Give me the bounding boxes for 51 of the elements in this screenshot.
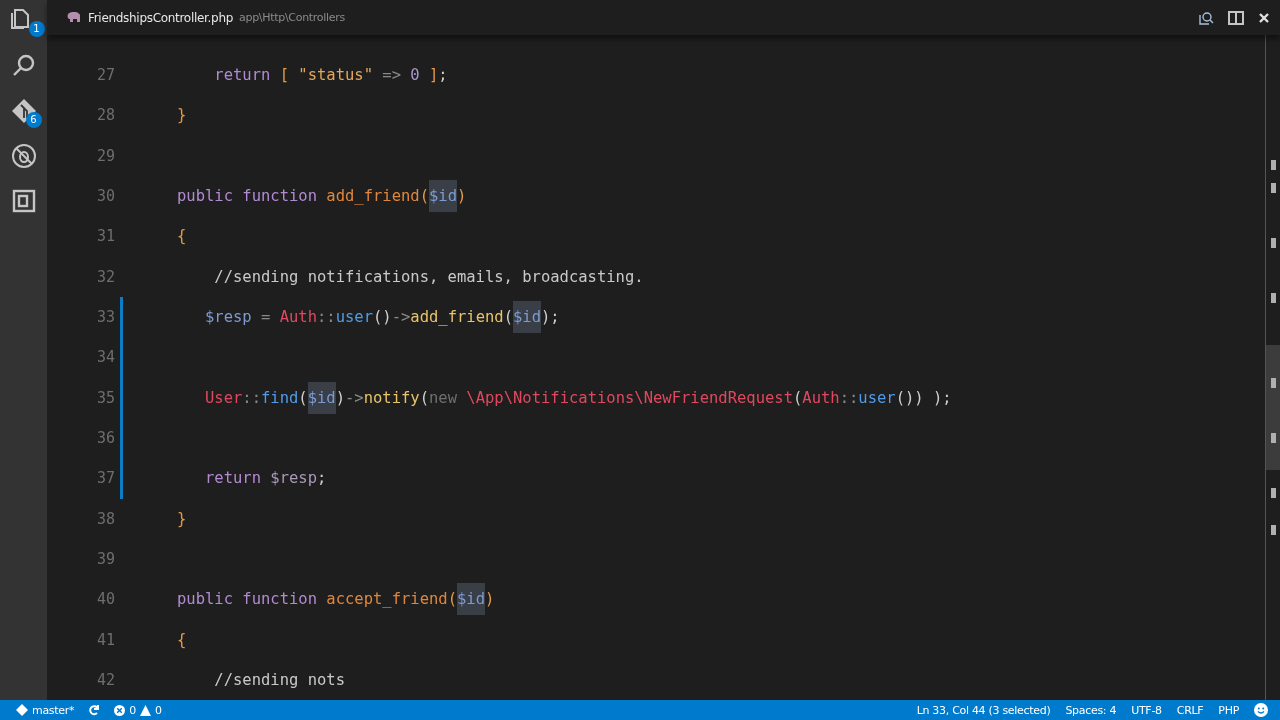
language-button[interactable]: PHP (1218, 703, 1239, 717)
code-line: { (177, 226, 187, 248)
indentation-button[interactable]: Spaces: 4 (1065, 703, 1117, 717)
code-line: } (177, 508, 187, 530)
line-number: 28 (95, 106, 115, 125)
line-number: 30 (95, 187, 115, 206)
close-icon[interactable] (1258, 11, 1270, 24)
line-number: 39 (95, 550, 115, 569)
bug-icon[interactable] (10, 143, 37, 169)
code-line: //sending notifications, emails, broadcasting. (213, 266, 644, 288)
code-line: return [ "status" => 0 ]; (213, 65, 448, 87)
files-icon[interactable] (10, 8, 29, 29)
sync-icon[interactable] (88, 704, 101, 716)
code-line: //sending nots (213, 670, 345, 692)
line-number: 42 (95, 671, 115, 690)
line-ending-button[interactable]: CRLF (1176, 703, 1204, 717)
code-line: } (177, 105, 187, 127)
branch-icon (16, 704, 28, 716)
line-number: 31 (95, 227, 115, 246)
preview-icon[interactable] (1198, 9, 1214, 26)
code-line: public function add_friend($id) (177, 180, 467, 213)
line-number: 29 (95, 146, 115, 165)
file-path: app\Http\Controllers (239, 11, 345, 24)
extensions-icon[interactable] (10, 188, 37, 214)
line-number: 40 (95, 590, 115, 609)
error-icon (114, 704, 126, 716)
line-number: 35 (95, 388, 115, 407)
line-number: 32 (95, 267, 115, 286)
line-number: 33 (95, 308, 115, 327)
cursor-position[interactable]: Ln 33, Col 44 (3 selected) (916, 703, 1051, 717)
problems-button[interactable]: 0 0 (114, 703, 162, 717)
code-line: return $resp; (204, 468, 327, 490)
line-number: 37 (95, 469, 115, 488)
scrollbar[interactable] (1265, 35, 1280, 700)
line-number: 41 (95, 630, 115, 649)
line-number: 36 (95, 429, 115, 448)
code-line: $resp = Auth::user()->add_friend($id); (177, 301, 560, 334)
code-line: User::find($id)->notify(new \App\Notifications\NewFriendRequest(Auth::user()) ); (177, 381, 952, 414)
count-badge: 1 (28, 21, 45, 37)
line-number: 27 (95, 66, 115, 85)
elephant-icon (66, 11, 82, 24)
warning-icon (139, 704, 151, 716)
code-line: public function accept_friend($id) (177, 583, 495, 616)
line-number: 38 (95, 509, 115, 528)
encoding-button[interactable]: UTF-8 (1131, 703, 1162, 717)
line-number: 34 (95, 348, 115, 367)
branch-button[interactable]: master* (16, 703, 75, 717)
code-line: { (177, 629, 187, 651)
smiley-icon[interactable] (1254, 703, 1268, 717)
tab-filename[interactable]: FriendshipsController.php (88, 10, 234, 25)
split-editor-icon[interactable] (1228, 10, 1244, 25)
